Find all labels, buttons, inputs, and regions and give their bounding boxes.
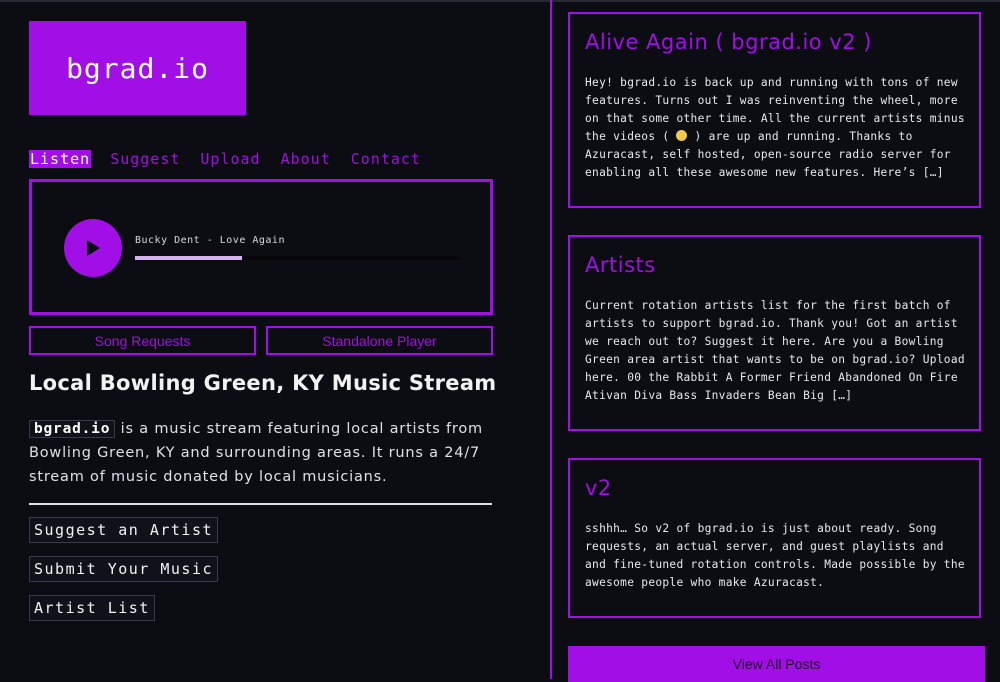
page-heading: Local Bowling Green, KY Music Stream	[29, 371, 497, 395]
smile-emoji-icon	[676, 130, 688, 141]
nav-about[interactable]: About	[280, 150, 332, 168]
post-title[interactable]: Alive Again ( bgrad.io v2 )	[585, 30, 872, 54]
track-title: Bucky Dent - Love Again	[135, 235, 285, 246]
view-all-posts-button[interactable]: View All Posts	[568, 646, 985, 682]
submit-music-link[interactable]: Submit Your Music	[29, 556, 219, 582]
progress-fill	[135, 256, 243, 260]
post-card: Alive Again ( bgrad.io v2 ) Hey! bgrad.i…	[568, 12, 981, 208]
nav-contact[interactable]: Contact	[350, 150, 422, 168]
nav-suggest[interactable]: Suggest	[109, 150, 181, 168]
song-requests-button[interactable]: Song Requests	[29, 326, 256, 355]
audio-player: Bucky Dent - Love Again	[29, 179, 493, 315]
post-excerpt: Hey! bgrad.io is back up and running wit…	[585, 74, 970, 182]
play-icon	[87, 240, 100, 256]
main-nav: Listen Suggest Upload About Contact	[29, 150, 422, 168]
post-card: v2 sshhh… So v2 of bgrad.io is just abou…	[568, 458, 981, 618]
post-excerpt: Current rotation artists list for the fi…	[585, 299, 965, 402]
site-name-code: bgrad.io	[29, 420, 116, 438]
progress-bar[interactable]	[135, 256, 460, 260]
site-description: bgrad.io is a music stream featuring loc…	[29, 417, 499, 489]
site-logo[interactable]: bgrad.io	[29, 21, 246, 115]
divider-line	[29, 503, 492, 505]
standalone-player-button[interactable]: Standalone Player	[266, 326, 493, 355]
suggest-artist-link[interactable]: Suggest an Artist	[29, 517, 219, 543]
post-card: Artists Current rotation artists list fo…	[568, 235, 981, 431]
left-column: bgrad.io Listen Suggest Upload About Con…	[0, 0, 551, 679]
nav-listen[interactable]: Listen	[29, 150, 92, 168]
play-button[interactable]	[64, 219, 122, 277]
nav-upload[interactable]: Upload	[199, 150, 261, 168]
post-excerpt: sshhh… So v2 of bgrad.io is just about r…	[585, 522, 965, 589]
post-title[interactable]: v2	[585, 476, 612, 500]
artist-list-link[interactable]: Artist List	[29, 595, 155, 621]
post-title[interactable]: Artists	[585, 253, 656, 277]
player-buttons: Song Requests Standalone Player	[29, 326, 493, 355]
posts-column: Alive Again ( bgrad.io v2 ) Hey! bgrad.i…	[552, 0, 1000, 682]
